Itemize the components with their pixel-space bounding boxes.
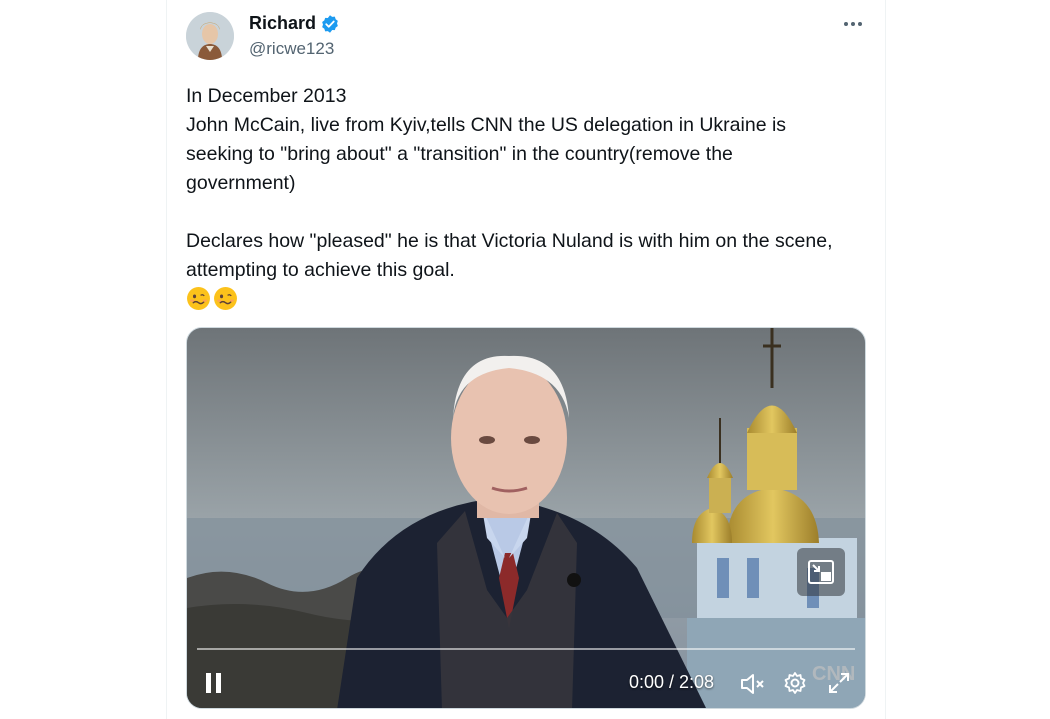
verified-badge-icon [322,14,338,33]
video-controls: 0:00 / 2:08 [187,666,865,702]
avatar[interactable] [186,12,234,60]
tweet-text: In December 2013 John McCain, live from … [186,85,833,281]
fullscreen-icon[interactable] [827,671,851,695]
picture-in-picture-icon [808,560,834,584]
woozy-face-emoji-icon [187,287,210,310]
mute-icon[interactable] [740,672,766,696]
author-handle[interactable]: @ricwe123 [249,39,334,59]
video-frame: CNN [187,328,865,708]
pause-icon[interactable] [205,672,223,694]
emoji-row [186,286,238,311]
more-options-icon[interactable] [841,14,865,34]
video-player[interactable]: CNN 0:00 / 2:08 [186,327,866,709]
author-name-row[interactable]: Richard [249,13,340,34]
picture-in-picture-button[interactable] [797,548,845,596]
video-time-display: 0:00 / 2:08 [629,672,715,692]
author-display-name[interactable]: Richard [249,13,316,34]
settings-gear-icon[interactable] [783,671,807,695]
woozy-face-emoji-icon [214,287,237,310]
video-progress-bar[interactable] [197,648,855,650]
tweet-card: Richard @ricwe123 In December 2013 John … [166,0,886,719]
